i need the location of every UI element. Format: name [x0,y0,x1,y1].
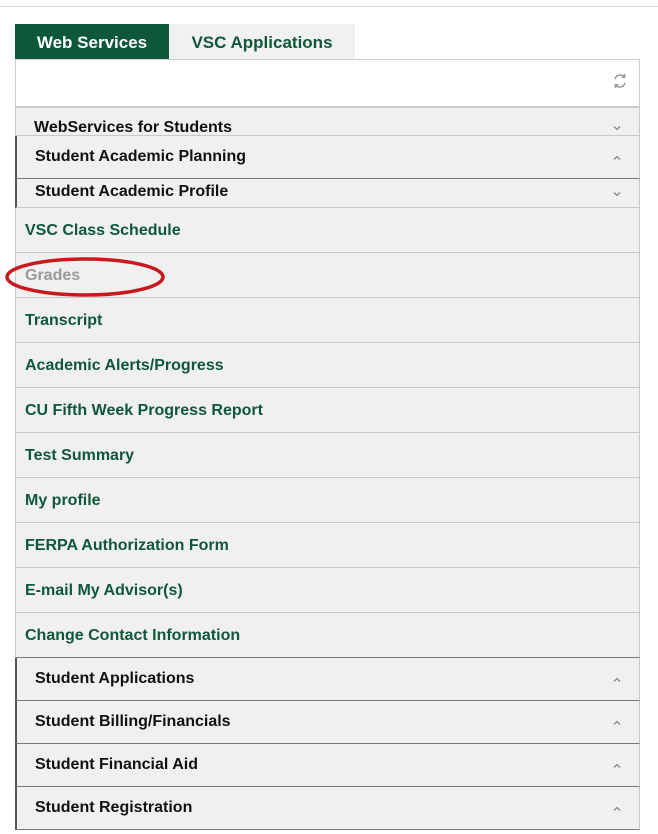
menu-item-ferpa-authorization-form[interactable]: FERPA Authorization Form [15,523,640,568]
menu-student-applications[interactable]: Student Applications [15,658,640,701]
menu-item-label: Academic Alerts/Progress [25,357,224,374]
menu-student-academic-planning[interactable]: Student Academic Planning [15,136,640,179]
top-divider [0,6,658,7]
menu-item-vsc-class-schedule[interactable]: VSC Class Schedule [15,208,640,253]
menu-item-label: My profile [25,492,101,509]
menu-item-label: VSC Class Schedule [25,222,181,239]
menu-label: Student Financial Aid [35,756,198,773]
menu-label: Student Academic Profile [35,183,229,200]
menu-item-label: Transcript [25,312,103,329]
menu-item-label: E-mail My Advisor(s) [25,582,183,599]
menu-item-cu-fifth-week-progress-report[interactable]: CU Fifth Week Progress Report [15,388,640,433]
menu-item-label: CU Fifth Week Progress Report [25,402,263,419]
menu-item-test-summary[interactable]: Test Summary [15,433,640,478]
chevron-up-icon [613,763,621,768]
menu-item-academic-alerts-progress[interactable]: Academic Alerts/Progress [15,343,640,388]
chevron-up-icon [613,155,621,160]
menu-item-label: Change Contact Information [25,627,241,644]
chevron-down-icon [613,126,621,131]
chevron-up-icon [613,806,621,811]
menu-webservices-for-students[interactable]: WebServices for Students [15,107,640,136]
menu-label: WebServices for Students [34,119,232,136]
menu-student-financial-aid[interactable]: Student Financial Aid [15,744,640,787]
menu-item-email-my-advisors[interactable]: E-mail My Advisor(s) [15,568,640,613]
menu-student-billing-financials[interactable]: Student Billing/Financials [15,701,640,744]
menu-item-change-contact-information[interactable]: Change Contact Information [15,613,640,658]
menu-item-label: Test Summary [25,447,135,464]
chevron-up-icon [613,677,621,682]
tab-bar: Web Services VSC Applications [15,24,355,60]
menu-item-label: FERPA Authorization Form [25,537,229,554]
menu-item-label: Grades [25,267,81,284]
menu-list: WebServices for Students Student Academi… [15,107,640,830]
menu-student-academic-profile[interactable]: Student Academic Profile [15,179,640,208]
menu-label: Student Registration [35,799,193,816]
menu-item-grades[interactable]: Grades [15,253,640,298]
menu-label: Student Billing/Financials [35,713,231,730]
menu-label: Student Academic Planning [35,148,246,165]
refresh-icon[interactable] [611,72,629,90]
tab-vsc-applications[interactable]: VSC Applications [169,24,355,60]
chevron-up-icon [613,720,621,725]
menu-student-registration[interactable]: Student Registration [15,787,640,830]
chevron-down-icon [613,192,621,197]
menu-label: Student Applications [35,670,195,687]
tab-web-services[interactable]: Web Services [15,24,169,60]
menu-item-my-profile[interactable]: My profile [15,478,640,523]
menu-item-transcript[interactable]: Transcript [15,298,640,343]
panel-header [15,59,640,107]
